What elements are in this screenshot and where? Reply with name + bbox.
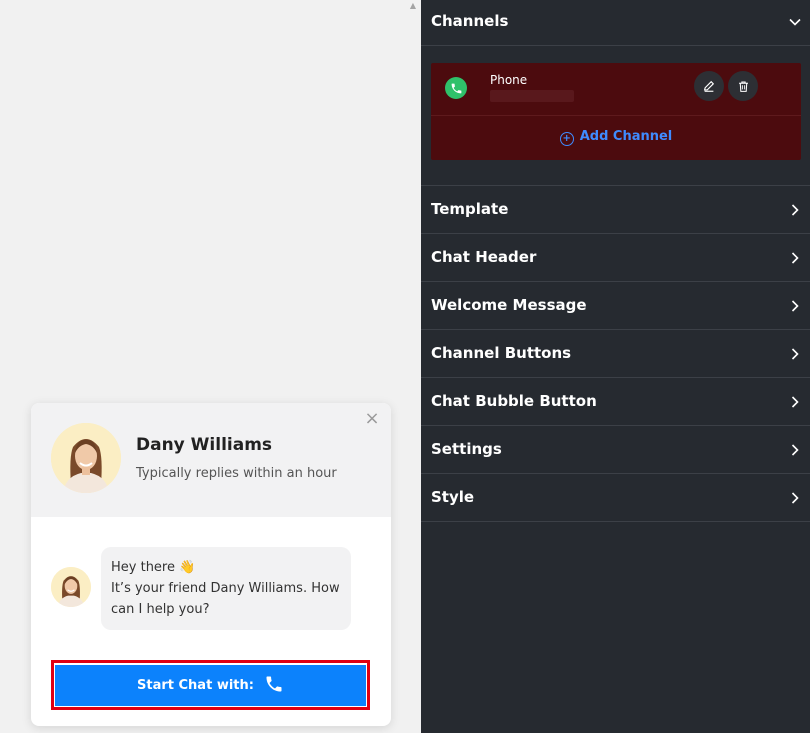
pencil-icon — [703, 80, 715, 92]
phone-icon — [445, 77, 467, 99]
divider — [421, 281, 810, 282]
chevron-right-icon[interactable] — [788, 299, 802, 313]
channel-value-redacted — [490, 90, 574, 102]
section-template[interactable]: Template — [431, 200, 508, 218]
welcome-message-bubble: Hey there 👋 It’s your friend Dany Willia… — [101, 547, 351, 630]
start-chat-label: Start Chat with: — [137, 678, 254, 693]
divider — [421, 45, 810, 46]
channel-name: Phone — [490, 73, 528, 87]
trash-icon — [738, 81, 748, 92]
section-chat-bubble-button[interactable]: Chat Bubble Button — [431, 392, 597, 410]
delete-channel-button[interactable] — [728, 71, 758, 101]
plus-circle-icon: + — [559, 132, 574, 146]
section-settings[interactable]: Settings — [431, 440, 502, 458]
chevron-right-icon[interactable] — [788, 443, 802, 457]
agent-name: Dany Williams — [136, 435, 273, 455]
section-channel-buttons[interactable]: Channel Buttons — [431, 344, 571, 362]
chevron-down-icon[interactable] — [788, 15, 802, 29]
chevron-right-icon[interactable] — [788, 395, 802, 409]
agent-avatar — [51, 423, 121, 493]
add-channel-button[interactable]: + Add Channel — [431, 129, 801, 146]
divider — [421, 521, 810, 522]
divider — [431, 115, 801, 116]
phone-icon — [264, 674, 284, 698]
divider — [421, 473, 810, 474]
chevron-right-icon[interactable] — [788, 203, 802, 217]
divider — [421, 185, 810, 186]
chat-widget-header: × Dany Williams Typically replies within… — [31, 403, 391, 517]
channel-card: Phone + Add Channel — [431, 63, 801, 160]
chevron-right-icon[interactable] — [788, 347, 802, 361]
add-channel-label: Add Channel — [579, 129, 673, 144]
settings-panel: Channels Phone + Add Channel Template Ch… — [421, 0, 810, 733]
scroll-up-arrow-icon[interactable]: ▲ — [407, 0, 419, 12]
close-icon[interactable]: × — [364, 409, 380, 429]
chevron-right-icon[interactable] — [788, 251, 802, 265]
divider — [421, 233, 810, 234]
section-title-channels[interactable]: Channels — [431, 12, 508, 30]
chevron-right-icon[interactable] — [788, 491, 802, 505]
divider — [421, 329, 810, 330]
message-line: It’s your friend Dany Williams. How — [111, 581, 340, 596]
agent-avatar-small — [51, 567, 91, 607]
section-welcome-message[interactable]: Welcome Message — [431, 296, 587, 314]
section-chat-header[interactable]: Chat Header — [431, 248, 536, 266]
chat-widget: × Dany Williams Typically replies within… — [31, 403, 391, 726]
widget-preview-area: ▲ × Dany Williams Typically replies with… — [0, 0, 421, 733]
section-style[interactable]: Style — [431, 488, 474, 506]
message-line: Hey there 👋 — [111, 560, 196, 575]
divider — [421, 377, 810, 378]
edit-channel-button[interactable] — [694, 71, 724, 101]
agent-status-text: Typically replies within an hour — [136, 466, 337, 481]
message-line: can I help you? — [111, 602, 210, 617]
divider — [421, 425, 810, 426]
start-chat-button[interactable]: Start Chat with: — [55, 665, 366, 706]
